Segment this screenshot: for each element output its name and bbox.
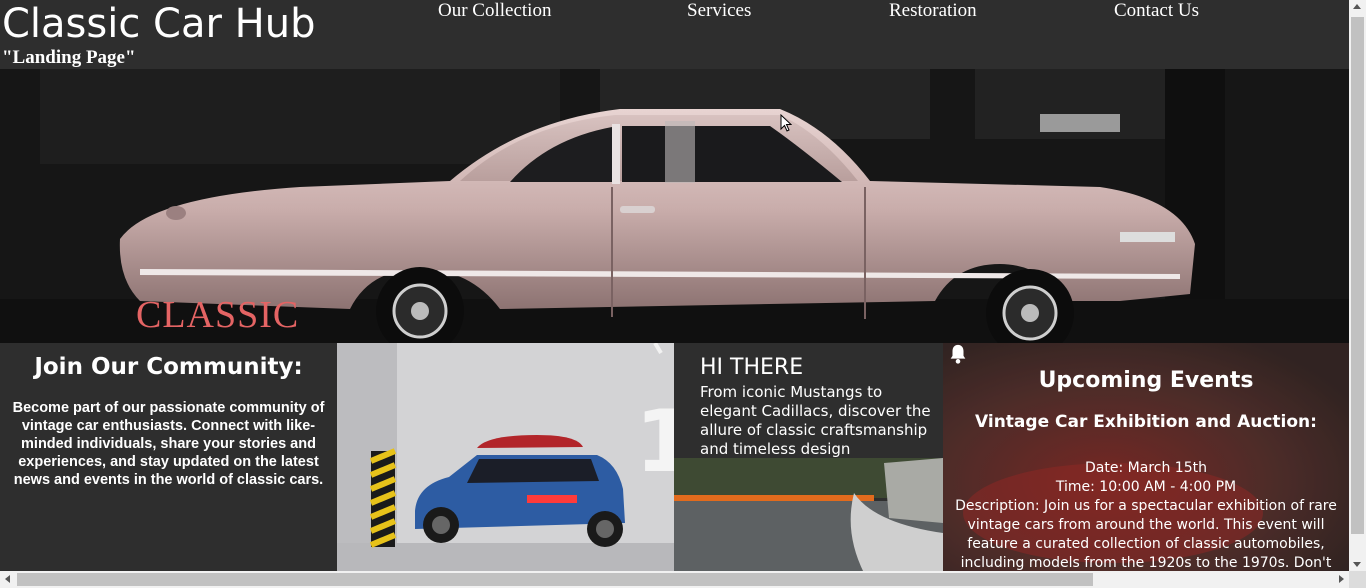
bell-icon: [950, 344, 966, 364]
events-content: Upcoming Events Vintage Car Exhibition a…: [943, 343, 1349, 573]
horizontal-scrollbar[interactable]: [0, 571, 1349, 588]
events-title-text: Upcoming Events: [1038, 368, 1254, 393]
car-photo-panel: 1: [337, 343, 674, 573]
nav-link-contact-us[interactable]: Contact Us: [1114, 0, 1199, 22]
events-date: Date: March 15th: [1085, 460, 1207, 476]
site-title: Classic Car Hub: [2, 1, 316, 47]
site-header: Classic Car Hub "Landing Page" Our Colle…: [0, 0, 1349, 69]
greeting-panel: HI THERE From iconic Mustangs to elegant…: [674, 343, 943, 573]
events-title: Upcoming Events: [943, 344, 1349, 395]
events-panel: Upcoming Events Vintage Car Exhibition a…: [943, 343, 1349, 573]
scroll-left-arrow-icon[interactable]: [5, 575, 10, 583]
events-time: Time: 10:00 AM - 4:00 PM: [1055, 479, 1237, 495]
nav-link-restoration[interactable]: Restoration: [889, 0, 977, 22]
scrollbar-corner: [1349, 571, 1366, 588]
greeting-text: From iconic Mustangs to elegant Cadillac…: [700, 383, 931, 458]
nav-link-services[interactable]: Services: [687, 0, 751, 22]
greeting-title: HI THERE: [700, 355, 804, 380]
hero-caption: CLASSIC: [136, 294, 300, 336]
horizontal-scroll-thumb[interactable]: [17, 573, 1093, 586]
community-text: Become part of our passionate community …: [12, 400, 325, 488]
scroll-right-arrow-icon[interactable]: [1339, 575, 1344, 583]
events-description: Description: Join us for a spectacular e…: [955, 498, 1337, 571]
community-panel: Join Our Community: Become part of our p…: [0, 343, 337, 573]
mouse-cursor-icon: [780, 114, 792, 132]
scroll-down-arrow-icon[interactable]: [1353, 562, 1361, 567]
community-title: Join Our Community:: [34, 354, 303, 380]
vertical-scrollbar[interactable]: [1349, 0, 1366, 571]
events-subtitle: Vintage Car Exhibition and Auction:: [975, 412, 1317, 432]
hero-banner: CLASSIC: [0, 69, 1349, 343]
nav-link-our-collection[interactable]: Our Collection: [438, 0, 551, 22]
scroll-up-arrow-icon[interactable]: [1353, 4, 1361, 9]
blue-wagon-photo: 1: [337, 343, 674, 573]
site-subtitle: "Landing Page": [2, 47, 136, 68]
vertical-scroll-thumb[interactable]: [1351, 17, 1364, 534]
svg-text:1: 1: [635, 392, 674, 492]
